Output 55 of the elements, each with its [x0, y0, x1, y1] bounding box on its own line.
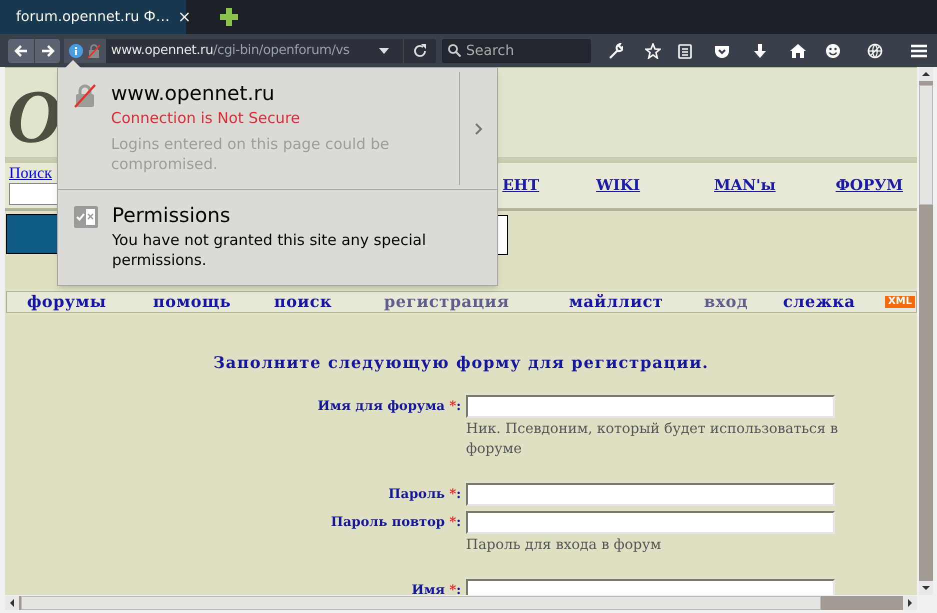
site-info-button[interactable] [64, 38, 106, 62]
search-icon [448, 44, 461, 57]
scroll-right-icon [903, 596, 917, 610]
connection-status: Connection is Not Secure [111, 108, 302, 128]
new-tab-icon[interactable] [220, 8, 238, 26]
list-icon[interactable] [677, 42, 693, 58]
forward-arrow-icon [40, 44, 54, 58]
field-label: Имя *: [410, 582, 461, 595]
menu-link[interactable]: поиск [274, 292, 332, 311]
site-logo: O [7, 77, 62, 157]
vertical-scrollbar[interactable] [919, 67, 933, 595]
back-arrow-icon [14, 44, 28, 58]
form-title: Заполните следующую форму для регистрации. [212, 352, 710, 374]
nav-link[interactable]: ФОРУМ [836, 174, 903, 197]
field-label: Имя для форума *: [316, 398, 461, 416]
menu-link[interactable]: слежка [783, 292, 856, 311]
scroll-left-icon [5, 596, 19, 610]
field-hint: Ник. Псевдоним, который будет использоваться в форуме [466, 420, 840, 459]
text-field[interactable] [466, 483, 835, 506]
smiley-icon[interactable] [825, 42, 841, 58]
home-icon[interactable] [790, 42, 806, 58]
crossed-lock-icon [87, 44, 101, 58]
globe-icon[interactable] [867, 42, 883, 58]
url-text: www.opennet.ru/cgi-bin/openforum/vs [111, 42, 350, 60]
chevron-right-icon [474, 122, 482, 134]
field-label: Пароль *: [387, 486, 461, 504]
menu-link[interactable]: форумы [27, 292, 106, 311]
security-warning: Logins entered on this page could be compromised. [111, 134, 390, 174]
scrollbar-thumb[interactable] [919, 85, 933, 205]
reload-icon[interactable] [413, 44, 427, 58]
field-label: Пароль повтор *: [330, 514, 461, 532]
text-field[interactable] [466, 395, 835, 418]
menu-link[interactable]: майллист [569, 292, 664, 311]
menu-icon[interactable] [911, 42, 927, 58]
nav-link[interactable]: WIKI [596, 174, 640, 197]
site-host: www.opennet.ru [111, 80, 276, 106]
nav-link[interactable]: ЕНТ [502, 174, 540, 197]
star-outline-icon[interactable] [645, 42, 661, 58]
wrench-icon[interactable] [607, 42, 623, 58]
field-hint: Пароль для входа в форум [466, 536, 662, 555]
permissions-text: You have not granted this site any special permissions. [112, 230, 427, 270]
permissions-title: Permissions [112, 202, 232, 228]
scroll-down-icon [919, 581, 933, 595]
crossed-lock-icon [74, 84, 96, 108]
address-bar[interactable]: www.opennet.ru/cgi-bin/openforum/vs [64, 38, 436, 62]
dropdown-caret-icon[interactable] [379, 48, 389, 54]
text-field[interactable] [466, 511, 835, 534]
tab-title: forum.opennet.ru Ф… [16, 8, 170, 26]
search-input[interactable] [9, 183, 60, 205]
info-icon [69, 44, 83, 58]
search-field[interactable]: Search [442, 39, 591, 63]
menu-link[interactable]: помощь [153, 292, 232, 311]
nav-link[interactable]: MAN'ы [714, 174, 776, 197]
permissions-icon [74, 206, 98, 228]
download-icon[interactable] [752, 42, 768, 58]
